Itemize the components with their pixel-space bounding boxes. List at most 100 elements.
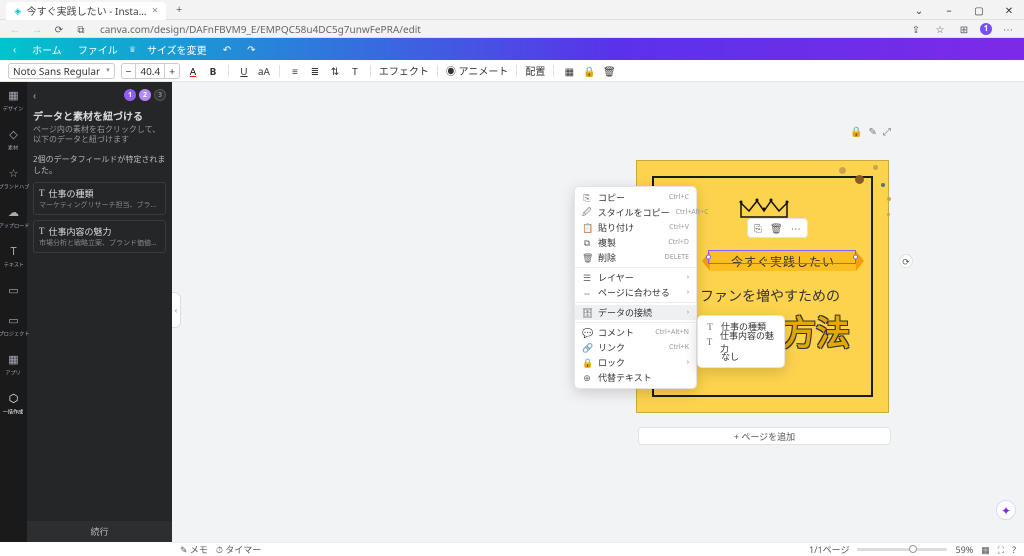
bold-icon[interactable]: B: [206, 64, 220, 78]
rail-item[interactable]: ▭: [0, 281, 27, 301]
resize-handle-right[interactable]: [853, 255, 858, 260]
page-lock-icon[interactable]: 🔒: [850, 124, 862, 138]
context-menu-item[interactable]: 🗑削除DELETE: [575, 250, 696, 265]
rail-item[interactable]: ☁アップロード: [0, 203, 27, 232]
nav-reload-icon[interactable]: ⟳: [52, 22, 66, 36]
nav-forward-icon[interactable]: →: [30, 22, 44, 36]
spacing-icon[interactable]: ⇅: [328, 64, 342, 78]
window-close-icon[interactable]: ✕: [994, 0, 1024, 20]
delete-icon[interactable]: 🗑: [770, 221, 783, 235]
data-field-item[interactable]: T仕事内容の魅力 市場分析と戦略立案、ブランド価値の向上、オンライン広…: [33, 220, 166, 253]
window-minimize-icon[interactable]: –: [934, 0, 964, 20]
case-icon[interactable]: aA: [257, 64, 271, 78]
context-menu-item[interactable]: 🔒ロック›: [575, 355, 696, 370]
share-icon[interactable]: ⇪: [908, 22, 924, 36]
panel-description: ページ内の素材を右クリックして、以下のデータと紐づけます: [33, 125, 166, 146]
page-duplicate-icon[interactable]: ✎: [868, 124, 876, 138]
text-color-icon[interactable]: A: [186, 64, 200, 78]
collapse-panel-button[interactable]: ‹: [172, 292, 181, 328]
position-button[interactable]: 配置: [525, 63, 545, 78]
size-minus[interactable]: −: [122, 64, 136, 78]
context-menu-item[interactable]: 🔗リンクCtrl+K: [575, 340, 696, 355]
rail-item[interactable]: ☆ブランドハブ: [0, 164, 27, 193]
duplicate-icon[interactable]: ⎘: [754, 221, 762, 235]
rail-item[interactable]: ▭プロジェクト: [0, 311, 27, 340]
data-field-sub: 市場分析と戦略立案、ブランド価値の向上、オンライン広…: [39, 238, 160, 248]
design-text-line3[interactable]: 方法: [782, 306, 850, 355]
timer-button[interactable]: ⏱ タイマー: [216, 543, 261, 556]
font-size-input[interactable]: 40.4: [135, 64, 165, 78]
align-icon[interactable]: ≡: [288, 64, 302, 78]
profile-badge[interactable]: 1: [980, 23, 992, 35]
context-menu-item[interactable]: ⧉複製Ctrl+D: [575, 235, 696, 250]
zoom-level[interactable]: 59%: [955, 543, 973, 556]
step-1[interactable]: 1: [124, 89, 136, 101]
context-menu-item[interactable]: 🗄データの接続›: [575, 305, 696, 320]
new-tab-button[interactable]: +: [172, 2, 186, 17]
context-menu-item[interactable]: 🖉スタイルをコピーCtrl+Alt+C: [575, 205, 696, 220]
context-menu-item[interactable]: ⇔ページに合わせる›: [575, 285, 696, 300]
notes-button[interactable]: ✎ メモ: [180, 543, 208, 556]
list-icon[interactable]: ≣: [308, 64, 322, 78]
undo-icon[interactable]: ↶: [218, 40, 236, 58]
context-menu-item[interactable]: 📋貼り付けCtrl+V: [575, 220, 696, 235]
page-expand-icon[interactable]: ⤢: [883, 124, 891, 138]
rail-item[interactable]: ◇素材: [0, 125, 27, 154]
resize-handle-left[interactable]: [706, 255, 711, 260]
step-2[interactable]: 2: [139, 89, 151, 101]
submenu-item[interactable]: T仕事内容の魅力: [698, 334, 784, 349]
canvas-area[interactable]: ‹ 🔒 ✎ ⤢ 今すぐ実践したい: [172, 82, 1024, 542]
file-menu[interactable]: ファイル: [73, 40, 123, 59]
data-field-item[interactable]: T仕事の種類 マーケティングリサーチ担当、ブランドマネージャー、デ…: [33, 182, 166, 215]
rail-item[interactable]: ▦アプリ: [0, 350, 27, 379]
assistant-fab[interactable]: ✦: [996, 500, 1016, 520]
help-icon[interactable]: ?: [1012, 543, 1016, 556]
extension-icon[interactable]: ⊞: [956, 22, 972, 36]
panel-continue-button[interactable]: 続行: [27, 521, 172, 542]
context-menu-item[interactable]: ⎘コピーCtrl+C: [575, 190, 696, 205]
trash-icon[interactable]: 🗑: [602, 64, 616, 78]
lock-icon[interactable]: 🔒: [582, 64, 596, 78]
rail-item[interactable]: ⬡一括作成: [0, 389, 27, 418]
browser-tab[interactable]: ◈ 今すぐ実践したい - Instagramの投 ×: [6, 2, 166, 20]
window-maximize-icon[interactable]: ▢: [964, 0, 994, 20]
tab-title: 今すぐ実践したい - Instagramの投: [27, 3, 147, 18]
vertical-text-icon[interactable]: T: [348, 64, 362, 78]
redo-icon[interactable]: ↷: [242, 40, 260, 58]
nav-back-icon[interactable]: ←: [8, 22, 22, 36]
transparency-icon[interactable]: ▦: [562, 64, 576, 78]
add-page-button[interactable]: + ページを追加: [638, 427, 891, 445]
effects-button[interactable]: エフェクト: [379, 63, 429, 78]
rail-item[interactable]: Tテキスト: [0, 242, 27, 271]
zoom-slider-knob[interactable]: [909, 545, 917, 553]
star-icon[interactable]: ☆: [932, 22, 948, 36]
rail-item[interactable]: ▦デザイン: [0, 86, 27, 115]
underline-icon[interactable]: U: [237, 64, 251, 78]
back-button[interactable]: ‹: [8, 40, 21, 58]
tab-close-icon[interactable]: ×: [152, 3, 158, 18]
context-menu-item[interactable]: ☰レイヤー›: [575, 270, 696, 285]
panel-back-icon[interactable]: ‹: [33, 88, 36, 102]
font-select[interactable]: Noto Sans Regular ▾: [8, 63, 115, 79]
grid-view-icon[interactable]: ▦: [981, 543, 990, 556]
context-menu-item[interactable]: 💬コメントCtrl+Alt+N: [575, 325, 696, 340]
address-bar[interactable]: canva.com/design/DAFnFBVM9_E/EMPQC58u4DC…: [96, 22, 900, 36]
zoom-slider[interactable]: [857, 548, 947, 551]
step-3[interactable]: 3: [154, 89, 166, 101]
font-size-stepper: − 40.4 +: [121, 63, 180, 79]
window-chevron-icon[interactable]: ⌄: [904, 0, 934, 20]
home-button[interactable]: ホーム: [27, 40, 67, 59]
canva-favicon: ◈: [14, 6, 22, 16]
resize-button[interactable]: サイズを変更: [142, 40, 212, 59]
context-menu-item[interactable]: ⊕代替テキスト: [575, 370, 696, 385]
refresh-badge[interactable]: ⟳: [899, 254, 913, 268]
menu-dots-icon[interactable]: ⋯: [1000, 22, 1016, 36]
animate-button[interactable]: ◉ アニメート: [446, 63, 508, 78]
design-text-line2[interactable]: ファンを増やすための: [700, 286, 840, 306]
present-icon[interactable]: ⛶: [998, 543, 1004, 556]
page-indicator[interactable]: 1/1ページ: [809, 543, 849, 556]
size-plus[interactable]: +: [165, 64, 179, 78]
selection-frame[interactable]: [708, 250, 856, 264]
more-icon[interactable]: ⋯: [791, 221, 801, 235]
dot-icon: [873, 165, 878, 170]
